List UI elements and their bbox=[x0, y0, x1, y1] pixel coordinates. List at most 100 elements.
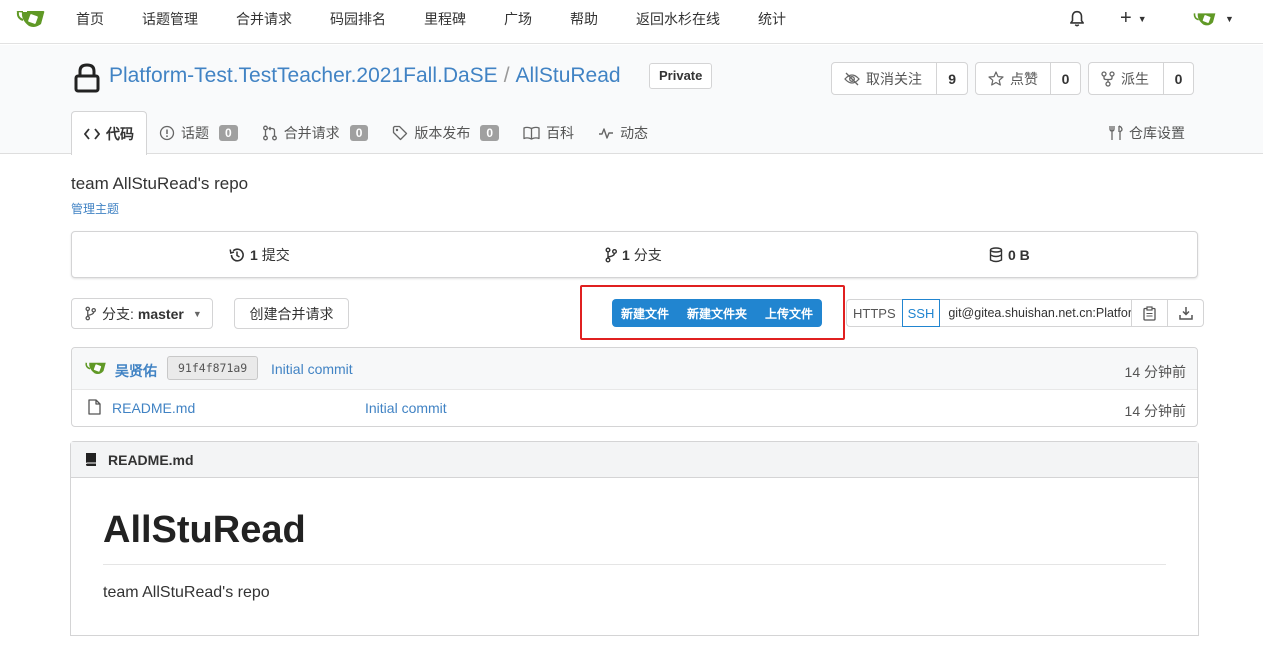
file-table: 吴贤佑 91f4f871a9 Initial commit 14 分钟前 REA… bbox=[71, 347, 1198, 427]
commits-stat[interactable]: 1 提交 bbox=[229, 232, 290, 277]
tab-pull-requests[interactable]: 合并请求 0 bbox=[250, 111, 381, 154]
upload-file-button[interactable]: 上传文件 bbox=[756, 299, 822, 327]
nav-ranking[interactable]: 码园排名 bbox=[330, 9, 386, 29]
book-icon bbox=[85, 453, 96, 466]
tab-releases[interactable]: 版本发布 0 bbox=[380, 111, 511, 154]
new-folder-button[interactable]: 新建文件夹 bbox=[678, 299, 756, 327]
unwatch-button[interactable]: 取消关注 9 bbox=[831, 62, 968, 95]
readme-filename: README.md bbox=[108, 451, 194, 468]
issue-icon bbox=[159, 125, 175, 140]
branches-stat[interactable]: 1 分支 bbox=[605, 232, 662, 277]
copy-url-button[interactable] bbox=[1132, 299, 1169, 327]
database-icon bbox=[989, 246, 1003, 262]
commits-count: 1 bbox=[250, 246, 258, 263]
nav-help[interactable]: 帮助 bbox=[570, 9, 598, 29]
branches-count: 1 bbox=[622, 246, 630, 263]
readme-panel: README.md AllStuRead team AllStuRead's r… bbox=[70, 441, 1199, 636]
tab-activity-label: 动态 bbox=[620, 124, 649, 141]
readme-body: team AllStuRead's repo bbox=[103, 584, 270, 601]
nav-back-shuishan[interactable]: 返回水杉在线 bbox=[636, 9, 720, 29]
history-icon bbox=[229, 247, 244, 262]
file-commit-message-link[interactable]: Initial commit bbox=[365, 400, 447, 416]
repo-stats-bar: 1 提交 1 分支 0 B bbox=[71, 231, 1198, 278]
gitea-logo-icon[interactable] bbox=[16, 7, 46, 31]
ssh-clone-button[interactable]: SSH bbox=[901, 299, 941, 327]
watch-count[interactable]: 9 bbox=[937, 63, 967, 94]
branch-icon bbox=[85, 306, 96, 321]
tab-issues[interactable]: 话题 0 bbox=[147, 111, 250, 154]
pull-request-icon bbox=[262, 125, 277, 140]
user-menu-button[interactable]: ▼ bbox=[1193, 0, 1234, 37]
tab-issues-label: 话题 bbox=[181, 124, 209, 141]
repo-title-separator: / bbox=[503, 64, 510, 87]
fork-label: 派生 bbox=[1121, 70, 1149, 87]
top-navbar: 首页 话题管理 合并请求 码园排名 里程碑 广场 帮助 返回水杉在线 统计 + ▼… bbox=[0, 0, 1263, 44]
fork-icon bbox=[1101, 70, 1115, 87]
new-file-button[interactable]: 新建文件 bbox=[612, 299, 678, 327]
tab-releases-label: 版本发布 bbox=[414, 124, 471, 141]
download-button[interactable] bbox=[1168, 299, 1205, 327]
branch-icon bbox=[605, 247, 617, 262]
issues-count-badge: 0 bbox=[219, 124, 238, 141]
branch-prefix: 分支: bbox=[102, 305, 134, 322]
nav-square[interactable]: 广场 bbox=[504, 9, 532, 29]
nav-home[interactable]: 首页 bbox=[76, 9, 104, 29]
file-name-link[interactable]: README.md bbox=[112, 400, 195, 416]
commit-message-link[interactable]: Initial commit bbox=[271, 361, 353, 377]
code-icon bbox=[84, 127, 100, 140]
latest-commit-row: 吴贤佑 91f4f871a9 Initial commit 14 分钟前 bbox=[72, 348, 1197, 390]
create-menu-button[interactable]: + ▼ bbox=[1120, 0, 1147, 37]
tools-icon bbox=[1109, 124, 1123, 140]
fork-count[interactable]: 0 bbox=[1164, 63, 1193, 94]
manage-topics-link[interactable]: 管理主题 bbox=[71, 200, 119, 217]
lock-icon bbox=[74, 63, 100, 93]
clone-url-input[interactable]: git@gitea.shuishan.net.cn:Platform-Test.… bbox=[940, 299, 1133, 327]
eye-slash-icon bbox=[844, 72, 860, 85]
star-count[interactable]: 0 bbox=[1051, 63, 1080, 94]
clone-url-group: HTTPS SSH git@gitea.shuishan.net.cn:Plat… bbox=[846, 299, 1205, 327]
star-button[interactable]: 点赞 0 bbox=[975, 62, 1081, 95]
readme-heading: AllStuRead bbox=[103, 509, 306, 551]
notifications-button[interactable] bbox=[1068, 0, 1086, 37]
nav-milestones[interactable]: 里程碑 bbox=[424, 9, 466, 29]
unwatch-label: 取消关注 bbox=[866, 70, 922, 87]
nav-pull-requests[interactable]: 合并请求 bbox=[236, 9, 292, 29]
releases-count-badge: 0 bbox=[480, 124, 500, 141]
tab-settings[interactable]: 仓库设置 bbox=[1109, 111, 1185, 154]
book-icon bbox=[523, 126, 540, 140]
tab-code[interactable]: 代码 bbox=[71, 111, 147, 155]
author-avatar-icon bbox=[85, 362, 106, 374]
nav-statistics[interactable]: 统计 bbox=[758, 9, 786, 29]
commit-sha-button[interactable]: 91f4f871a9 bbox=[167, 356, 259, 380]
repo-description: team AllStuRead's repo bbox=[71, 174, 249, 193]
table-row: README.md Initial commit 14 分钟前 bbox=[72, 390, 1197, 426]
commit-author-link[interactable]: 吴贤佑 bbox=[115, 361, 157, 381]
repo-tabs: 代码 话题 0 合并请求 0 版本发布 0 百科 动态 bbox=[71, 111, 660, 155]
repo-name-link[interactable]: AllStuRead bbox=[516, 64, 621, 87]
caret-down-icon: ▼ bbox=[192, 308, 202, 319]
branches-label: 分支 bbox=[633, 246, 662, 263]
tab-wiki-label: 百科 bbox=[546, 124, 575, 141]
readme-divider bbox=[103, 564, 1166, 565]
tab-pull-requests-label: 合并请求 bbox=[283, 124, 340, 141]
repo-owner-link[interactable]: Platform-Test.TestTeacher.2021Fall.DaSE bbox=[109, 64, 498, 87]
tab-wiki[interactable]: 百科 bbox=[511, 111, 586, 154]
repo-title: Platform-Test.TestTeacher.2021Fall.DaSE /… bbox=[109, 64, 621, 88]
fork-button[interactable]: 派生 0 bbox=[1088, 62, 1194, 95]
tag-icon bbox=[393, 125, 408, 140]
private-badge: Private bbox=[649, 63, 713, 89]
nav-topics[interactable]: 话题管理 bbox=[142, 9, 198, 29]
branch-selector[interactable]: 分支: master ▼ bbox=[71, 298, 213, 329]
tab-code-label: 代码 bbox=[106, 125, 134, 142]
bell-icon bbox=[1070, 10, 1084, 27]
commit-time: 14 分钟前 bbox=[1124, 364, 1186, 380]
user-avatar-icon bbox=[1193, 12, 1216, 25]
tab-activity[interactable]: 动态 bbox=[586, 111, 660, 154]
create-pull-request-button[interactable]: 创建合并请求 bbox=[234, 298, 349, 329]
branch-name: master bbox=[137, 305, 184, 322]
commits-label: 提交 bbox=[261, 246, 290, 263]
star-icon bbox=[988, 71, 1004, 86]
file-commit-time: 14 分钟前 bbox=[1124, 403, 1186, 419]
tab-settings-label: 仓库设置 bbox=[1129, 124, 1185, 141]
https-clone-button[interactable]: HTTPS bbox=[846, 299, 902, 327]
